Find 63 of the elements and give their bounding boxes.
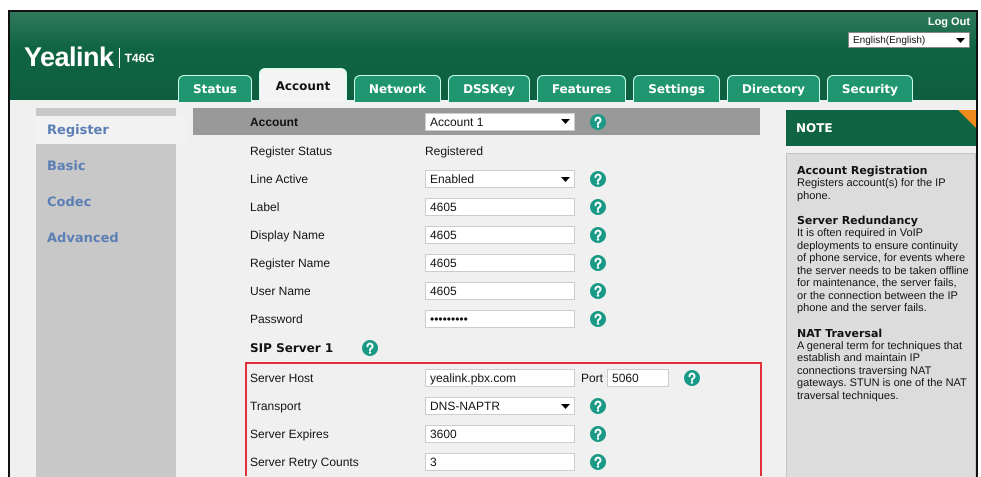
field-label: Line Active <box>249 172 310 186</box>
help-icon[interactable] <box>590 114 606 130</box>
help-icon[interactable] <box>362 340 378 356</box>
model-label: T46G <box>124 50 155 64</box>
help-icon[interactable] <box>590 255 606 271</box>
field-label: Transport <box>249 399 302 413</box>
input-field[interactable]: 4605 <box>425 198 575 216</box>
field-label: Label <box>249 200 280 214</box>
caret-icon <box>956 38 965 42</box>
help-icon[interactable] <box>590 199 606 215</box>
field-label: Account <box>249 114 299 128</box>
nav-tab[interactable]: Directory <box>726 75 820 102</box>
input-field[interactable]: 4605 <box>425 226 575 244</box>
input-field[interactable]: 3 <box>425 453 575 471</box>
help-icon[interactable] <box>590 311 606 327</box>
account-dropdown[interactable]: Account 1 <box>425 112 575 130</box>
help-icon[interactable] <box>590 283 606 299</box>
logo: Yealink <box>24 42 114 73</box>
language-dropdown[interactable]: English(English) <box>848 32 970 48</box>
note-text: A general term for techniques that establish and maintain IP connections traversing NAT gateways. STUN is one of the NAT traversal techniques. <box>797 340 968 402</box>
field-label: Server Expires <box>249 427 330 441</box>
caret-icon <box>561 176 570 182</box>
dropdown[interactable]: DNS-NAPTR <box>425 397 575 415</box>
note-heading: Server Redundancy <box>797 214 919 227</box>
input-field[interactable]: ••••••••• <box>425 310 575 328</box>
field-label: Display Name <box>249 228 326 242</box>
field-label: User Name <box>249 284 312 298</box>
input-field[interactable]: yealink.pbx.com <box>425 369 575 387</box>
note-title: NOTE <box>796 121 833 135</box>
nav-tab[interactable]: DSSKey <box>448 75 530 102</box>
note-heading: NAT Traversal <box>797 326 884 340</box>
port-field[interactable]: 5060 <box>607 369 670 387</box>
nav-tab[interactable]: Security <box>826 75 913 102</box>
corner-fold-icon <box>958 110 976 128</box>
nav-tab[interactable]: Features <box>536 75 626 102</box>
help-icon[interactable] <box>590 454 606 470</box>
field-label: Register Status <box>249 144 334 158</box>
nav-tab[interactable]: Network <box>354 75 442 102</box>
input-field[interactable]: 4605 <box>425 282 575 300</box>
help-icon[interactable] <box>590 426 606 442</box>
field-label: Password <box>249 312 304 326</box>
note-text: It is often required in VoIP deployments to ensure continuity of phone service, for events where the server needs to be taken offline for maintenance, the server fails, or the connection between the IP phone and the server fails. <box>797 227 969 314</box>
field-label: Register Name <box>249 256 332 270</box>
caret-icon <box>561 404 570 408</box>
section-title: SIP Server 1 <box>250 340 334 354</box>
nav-tab[interactable]: Settings <box>633 75 720 102</box>
input-field[interactable]: 4605 <box>425 254 575 272</box>
port-label: Port <box>581 371 604 385</box>
help-icon[interactable] <box>590 171 606 187</box>
help-icon[interactable] <box>590 227 606 243</box>
logout-link[interactable]: Log Out <box>928 16 970 28</box>
status-value: Registered <box>425 144 484 158</box>
dropdown[interactable]: Enabled <box>425 170 575 188</box>
caret-icon <box>561 119 570 124</box>
field-label: Server Host <box>249 371 314 385</box>
nav-tab[interactable]: Status <box>178 75 252 102</box>
input-field[interactable]: 3600 <box>425 425 575 443</box>
help-icon[interactable] <box>684 370 700 386</box>
note-text: Registers account(s) for the IP phone. <box>797 177 946 202</box>
nav-tab[interactable]: Account <box>258 68 347 102</box>
help-icon[interactable] <box>590 398 606 414</box>
field-label: Server Retry Counts <box>249 455 360 469</box>
note-heading: Account Registration <box>797 164 929 177</box>
